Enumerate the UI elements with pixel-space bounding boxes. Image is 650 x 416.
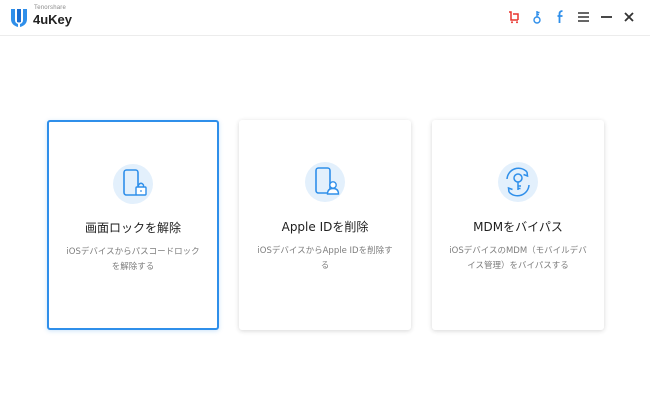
card-description: iOSデバイスのMDM（モバイルデバイス管理）をバイパスする <box>449 246 587 271</box>
close-button[interactable] <box>622 9 636 25</box>
card-description: iOSデバイスからApple IDを削除する <box>257 246 393 271</box>
menu-button[interactable] <box>576 9 590 25</box>
minimize-icon <box>600 16 612 18</box>
vendor-name: Tenorshare <box>34 5 67 11</box>
key-icon <box>533 11 541 24</box>
app-window: Tenorshare 4uKey 画面ロックを解除 iOSデバイスからパスコード… <box>0 0 650 416</box>
mdm-key-icon <box>498 162 538 202</box>
minimize-button[interactable] <box>599 9 613 25</box>
app-name: 4uKey <box>33 12 73 27</box>
phone-person-icon <box>305 162 345 202</box>
card-unlock-screen[interactable]: 画面ロックを解除 iOSデバイスからパスコードロックを解除する <box>47 120 219 330</box>
menu-icon <box>577 12 589 22</box>
card-remove-apple-id[interactable]: Apple IDを削除 iOSデバイスからApple IDを削除する <box>239 120 411 330</box>
phone-lock-icon <box>113 164 153 204</box>
cart-icon <box>509 10 519 23</box>
key-button[interactable] <box>530 9 544 25</box>
title-bar[interactable]: Tenorshare 4uKey <box>0 0 650 36</box>
card-title: Apple IDを削除 <box>281 220 369 234</box>
titlebar-controls <box>507 8 636 26</box>
card-bypass-mdm[interactable]: MDMをバイパス iOSデバイスのMDM（モバイルデバイス管理）をバイパスする <box>432 120 604 330</box>
card-title: 画面ロックを解除 <box>84 221 181 235</box>
app-logo-icon <box>11 9 27 27</box>
facebook-button[interactable] <box>553 9 567 25</box>
card-description: iOSデバイスからパスコードロックを解除する <box>66 247 200 272</box>
card-title: MDMをバイパス <box>473 220 563 234</box>
close-icon <box>624 12 634 22</box>
cart-button[interactable] <box>507 9 521 25</box>
facebook-icon <box>557 10 563 23</box>
